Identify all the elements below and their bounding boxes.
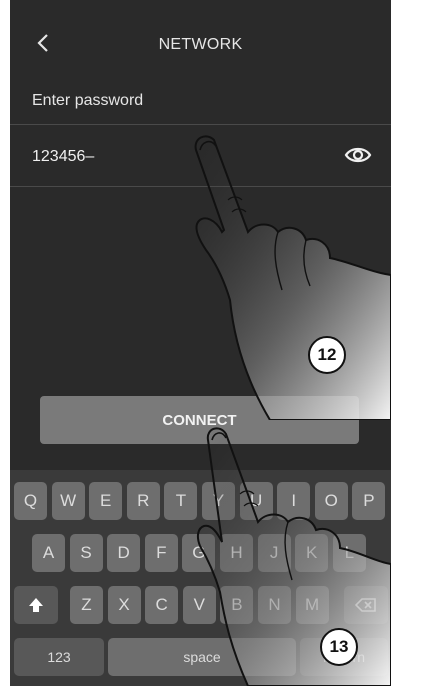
connect-button[interactable]: CONNECT: [40, 396, 359, 444]
shift-key[interactable]: [14, 586, 58, 624]
key-i[interactable]: I: [277, 482, 311, 520]
key-f[interactable]: F: [144, 534, 178, 572]
key-g[interactable]: G: [182, 534, 216, 572]
password-field[interactable]: 123456–: [32, 148, 94, 166]
key-o[interactable]: O: [314, 482, 348, 520]
backspace-key[interactable]: [344, 586, 388, 624]
key-k[interactable]: K: [295, 534, 329, 572]
key-z[interactable]: Z: [70, 586, 103, 624]
page-title: NETWORK: [158, 36, 243, 53]
key-j[interactable]: J: [257, 534, 291, 572]
show-password-button[interactable]: [343, 142, 373, 168]
eye-icon: [344, 147, 372, 163]
header: NETWORK: [10, 0, 391, 80]
shift-icon: [29, 598, 43, 612]
phone-screen: NETWORK Enter password 123456– CONNECT 1…: [10, 0, 391, 686]
key-v[interactable]: V: [182, 586, 216, 624]
key-d[interactable]: D: [107, 534, 141, 572]
key-b[interactable]: B: [220, 586, 254, 624]
key-e[interactable]: E: [89, 482, 123, 520]
step-callout: 12: [308, 336, 346, 374]
key-t[interactable]: T: [164, 482, 198, 520]
key-r[interactable]: R: [126, 482, 160, 520]
key-m[interactable]: M: [295, 586, 329, 624]
divider: [10, 124, 391, 125]
key-u[interactable]: U: [239, 482, 273, 520]
key-l[interactable]: L: [332, 534, 366, 572]
key-x[interactable]: X: [107, 586, 141, 624]
key-q[interactable]: Q: [14, 482, 47, 520]
step-callout: 13: [320, 628, 358, 666]
key-y[interactable]: Y: [202, 482, 235, 520]
key-h[interactable]: H: [220, 534, 253, 572]
key-c[interactable]: C: [145, 586, 179, 624]
space-key[interactable]: space: [108, 638, 296, 676]
key-a[interactable]: A: [32, 534, 65, 572]
backspace-icon: [355, 598, 376, 612]
key-w[interactable]: W: [51, 482, 85, 520]
key-n[interactable]: N: [258, 586, 291, 624]
key-s[interactable]: S: [69, 534, 103, 572]
key-p[interactable]: P: [352, 482, 386, 520]
password-label: Enter password: [32, 92, 144, 109]
numbers-key[interactable]: 123: [14, 638, 104, 676]
divider: [10, 186, 391, 187]
